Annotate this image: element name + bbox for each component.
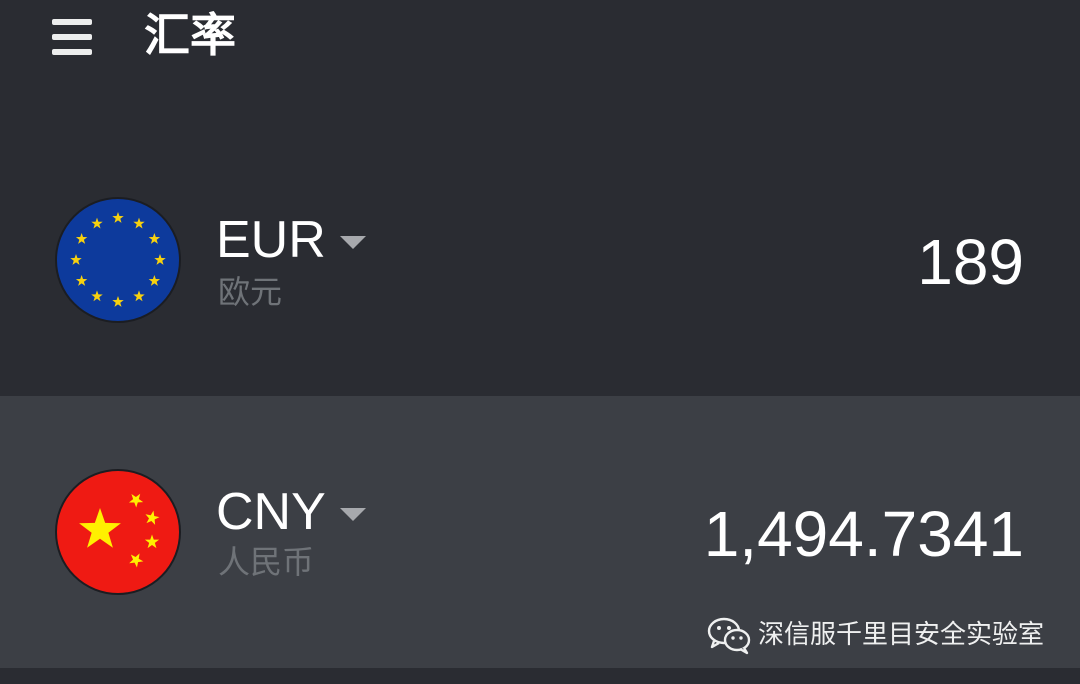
hamburger-menu-icon[interactable]: [46, 14, 98, 62]
amount-input[interactable]: 189: [917, 224, 1024, 300]
currency-code: CNY: [216, 483, 326, 541]
currency-code: EUR: [216, 211, 326, 269]
menu-line: [52, 19, 92, 25]
currency-name: 欧元: [218, 273, 283, 311]
page-title: 汇率: [144, 8, 236, 62]
china-flag-icon: [54, 468, 182, 596]
watermark: 深信服千里目安全实验室: [706, 612, 1044, 658]
app-bar: 汇率: [0, 0, 1080, 80]
dropdown-arrow-icon[interactable]: [339, 235, 366, 249]
currency-name: 人民币: [218, 543, 315, 581]
currency-selector[interactable]: CNY: [216, 482, 366, 542]
watermark-text: 深信服千里目安全实验室: [757, 620, 1044, 650]
dropdown-arrow-icon[interactable]: [339, 507, 366, 521]
amount-input[interactable]: 1,494.7341: [704, 496, 1024, 572]
eu-flag-icon: [54, 196, 182, 324]
currency-converter-app: 汇率 EUR 欧元 189 CNY 人民币 1,494.7341 深信服千里目安…: [0, 0, 1080, 684]
currency-selector[interactable]: EUR: [216, 210, 366, 270]
menu-line: [52, 34, 92, 40]
wechat-icon: [707, 617, 751, 655]
bottom-divider: [0, 668, 1080, 684]
menu-line: [52, 49, 92, 55]
currency-row-eur[interactable]: EUR 欧元 189: [0, 130, 1080, 396]
